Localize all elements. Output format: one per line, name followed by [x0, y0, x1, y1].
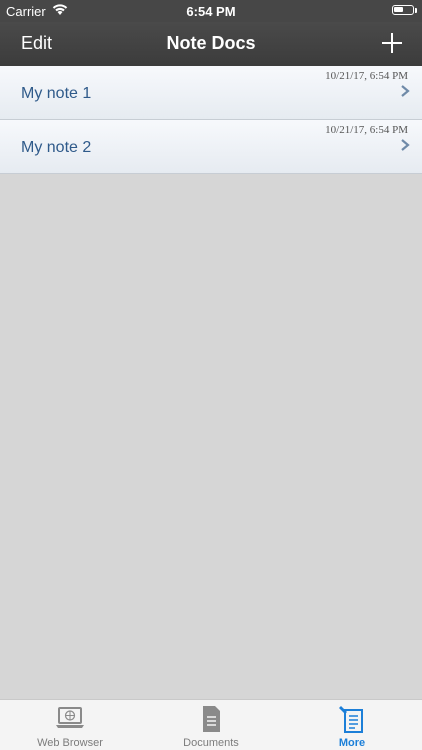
status-bar: Carrier 6:54 PM	[0, 0, 422, 22]
tab-label: More	[338, 737, 366, 749]
chevron-right-icon	[401, 139, 410, 151]
note-title: My note 1	[21, 85, 92, 102]
navigation-bar: Edit Note Docs	[0, 22, 422, 66]
tab-label: Documents	[183, 737, 239, 749]
tab-label: Web Browser	[37, 737, 103, 749]
chevron-right-icon	[401, 85, 410, 97]
note-pencil-icon	[339, 706, 363, 733]
tab-web-browser[interactable]: Web Browser	[0, 700, 140, 750]
tab-documents[interactable]: Documents	[141, 700, 281, 750]
note-date: 10/21/17, 6:54 PM	[325, 124, 408, 136]
document-icon	[203, 706, 220, 732]
note-row-2[interactable]: My note 2 10/21/17, 6:54 PM	[0, 120, 422, 174]
add-note-button[interactable]	[381, 32, 403, 54]
tab-bar: Web Browser Documents More	[0, 699, 422, 750]
status-time: 6:54 PM	[186, 4, 236, 19]
battery-icon	[392, 5, 414, 15]
notes-list: My note 1 10/21/17, 6:54 PM My note 2 10…	[0, 66, 422, 174]
laptop-globe-icon	[56, 707, 84, 728]
battery-tip	[415, 8, 417, 13]
page-title: Note Docs	[166, 33, 256, 53]
note-date: 10/21/17, 6:54 PM	[325, 70, 408, 82]
note-row-1[interactable]: My note 1 10/21/17, 6:54 PM	[0, 66, 422, 120]
tab-more[interactable]: More	[282, 700, 422, 750]
note-title: My note 2	[21, 139, 92, 156]
